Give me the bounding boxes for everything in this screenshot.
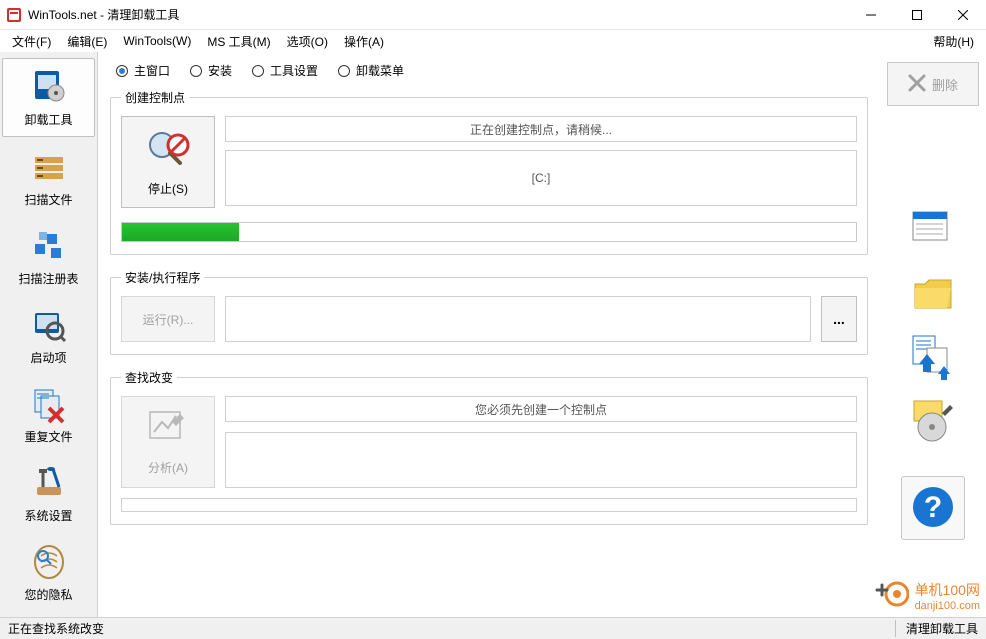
menubar: 文件(F) 编辑(E) WinTools(W) MS 工具(M) 选项(O) 操…: [0, 30, 986, 52]
group-legend: 查找改变: [121, 369, 177, 386]
tab-label: 工具设置: [270, 62, 318, 79]
browse-button-label: ...: [833, 311, 845, 327]
progress-bar: [121, 222, 857, 242]
tab-install[interactable]: 安装: [190, 62, 232, 79]
group-find-changes: 查找改变 分析(A) 您必须先创建一个控制点: [110, 369, 868, 525]
window-controls: [848, 0, 986, 30]
maximize-button[interactable]: [894, 0, 940, 30]
run-button[interactable]: 运行(R)...: [121, 296, 215, 342]
group-legend: 安装/执行程序: [121, 269, 204, 286]
sidebar-item-label: 重复文件: [24, 428, 72, 445]
app-icon: [6, 7, 22, 23]
duplicates-icon: [29, 384, 69, 424]
tab-tool-settings[interactable]: 工具设置: [252, 62, 318, 79]
sidebar-item-uninstall[interactable]: 卸载工具: [2, 58, 95, 137]
help-button[interactable]: ?: [901, 476, 965, 540]
tab-uninstall-menu[interactable]: 卸载菜单: [338, 62, 404, 79]
sidebar-item-scan-files[interactable]: 扫描文件: [2, 139, 95, 216]
sidebar-item-label: 系统设置: [24, 507, 72, 524]
svg-text:?: ?: [924, 491, 942, 524]
radio-icon: [116, 65, 128, 77]
progress-fill: [122, 223, 239, 241]
tab-label: 主窗口: [134, 62, 170, 79]
disc-tools-icon[interactable]: [909, 398, 957, 446]
delete-button-label: 删除: [932, 75, 958, 94]
sidebar-item-startup[interactable]: 启动项: [2, 297, 95, 374]
sidebar-right: 删除 ?: [880, 52, 986, 617]
main-area: 卸载工具 扫描文件 扫描注册表 启动项 重复文件: [0, 52, 986, 617]
group-create-control-point: 创建控制点 停止(S) 正在创建控制点，请稍候... [C:]: [110, 89, 868, 255]
run-button-label: 运行(R)...: [143, 311, 194, 328]
window-list-icon[interactable]: [909, 206, 957, 254]
program-path-input[interactable]: [225, 296, 811, 342]
tab-label: 安装: [208, 62, 232, 79]
statusbar: 正在查找系统改变 清理卸载工具: [0, 617, 986, 639]
watermark-brand: 单机100网: [915, 582, 980, 598]
stop-button-label: 停止(S): [148, 180, 188, 197]
browse-button[interactable]: ...: [821, 296, 857, 342]
minimize-button[interactable]: [848, 0, 894, 30]
sidebar-item-label: 启动项: [30, 349, 66, 366]
sidebar-item-label: 扫描文件: [24, 191, 72, 208]
status-left-text: 正在查找系统改变: [8, 620, 895, 637]
menu-mstools[interactable]: MS 工具(M): [199, 31, 278, 52]
drive-line: [C:]: [225, 150, 857, 206]
find-progress-bar: [121, 498, 857, 512]
right-icon-stack: [909, 206, 957, 446]
folder-icon[interactable]: [909, 270, 957, 318]
menu-file[interactable]: 文件(F): [4, 31, 59, 52]
content-panel: 主窗口 安装 工具设置 卸载菜单 创建控制点: [98, 52, 880, 617]
watermark-logo-icon: [873, 576, 909, 615]
sidebar-item-label: 扫描注册表: [18, 270, 78, 287]
sidebar-item-duplicates[interactable]: 重复文件: [2, 376, 95, 453]
upload-docs-icon[interactable]: [909, 334, 957, 382]
stop-button[interactable]: 停止(S): [121, 116, 215, 208]
sidebar-item-privacy[interactable]: 您的隐私: [2, 534, 95, 611]
menu-actions[interactable]: 操作(A): [336, 31, 392, 52]
find-hint-line: 您必须先创建一个控制点: [225, 396, 857, 422]
status-right-text: 清理卸载工具: [895, 620, 978, 637]
watermark-url: danji100.com: [915, 600, 980, 612]
sidebar-item-label: 卸载工具: [24, 111, 72, 128]
scan-registry-icon: [29, 226, 69, 266]
watermark-text-wrap: 单机100网 danji100.com: [915, 580, 980, 612]
analyze-icon: [146, 408, 190, 451]
scan-files-icon: [29, 147, 69, 187]
menu-wintools[interactable]: WinTools(W): [115, 32, 199, 50]
window-titlebar: WinTools.net - 清理卸载工具: [0, 0, 986, 30]
sidebar-left: 卸载工具 扫描文件 扫描注册表 启动项 重复文件: [0, 52, 98, 617]
privacy-icon: [29, 542, 69, 582]
watermark: 单机100网 danji100.com: [873, 576, 980, 615]
sidebar-item-label: 您的隐私: [24, 586, 72, 603]
help-icon: ?: [909, 483, 957, 534]
close-button[interactable]: [940, 0, 986, 30]
menu-edit[interactable]: 编辑(E): [59, 31, 115, 52]
startup-icon: [29, 305, 69, 345]
sidebar-item-scan-registry[interactable]: 扫描注册表: [2, 218, 95, 295]
tabs-row: 主窗口 安装 工具设置 卸载菜单: [106, 58, 872, 89]
status-message-line: 正在创建控制点，请稍候...: [225, 116, 857, 142]
window-title: WinTools.net - 清理卸载工具: [28, 6, 848, 23]
delete-button[interactable]: 删除: [887, 62, 979, 106]
analyze-button-label: 分析(A): [148, 459, 188, 476]
group-legend: 创建控制点: [121, 89, 189, 106]
uninstall-icon: [29, 67, 69, 107]
radio-icon: [190, 65, 202, 77]
tab-main-window[interactable]: 主窗口: [116, 62, 170, 79]
delete-x-icon: [908, 74, 926, 95]
find-blank-area: [225, 432, 857, 488]
tab-label: 卸载菜单: [356, 62, 404, 79]
group-install-execute: 安装/执行程序 运行(R)... ...: [110, 269, 868, 355]
magnifier-stop-icon: [144, 127, 192, 174]
menu-options[interactable]: 选项(O): [279, 31, 336, 52]
radio-icon: [252, 65, 264, 77]
radio-icon: [338, 65, 350, 77]
menu-help[interactable]: 帮助(H): [925, 31, 982, 52]
system-settings-icon: [29, 463, 69, 503]
analyze-button[interactable]: 分析(A): [121, 396, 215, 488]
sidebar-item-system-settings[interactable]: 系统设置: [2, 455, 95, 532]
